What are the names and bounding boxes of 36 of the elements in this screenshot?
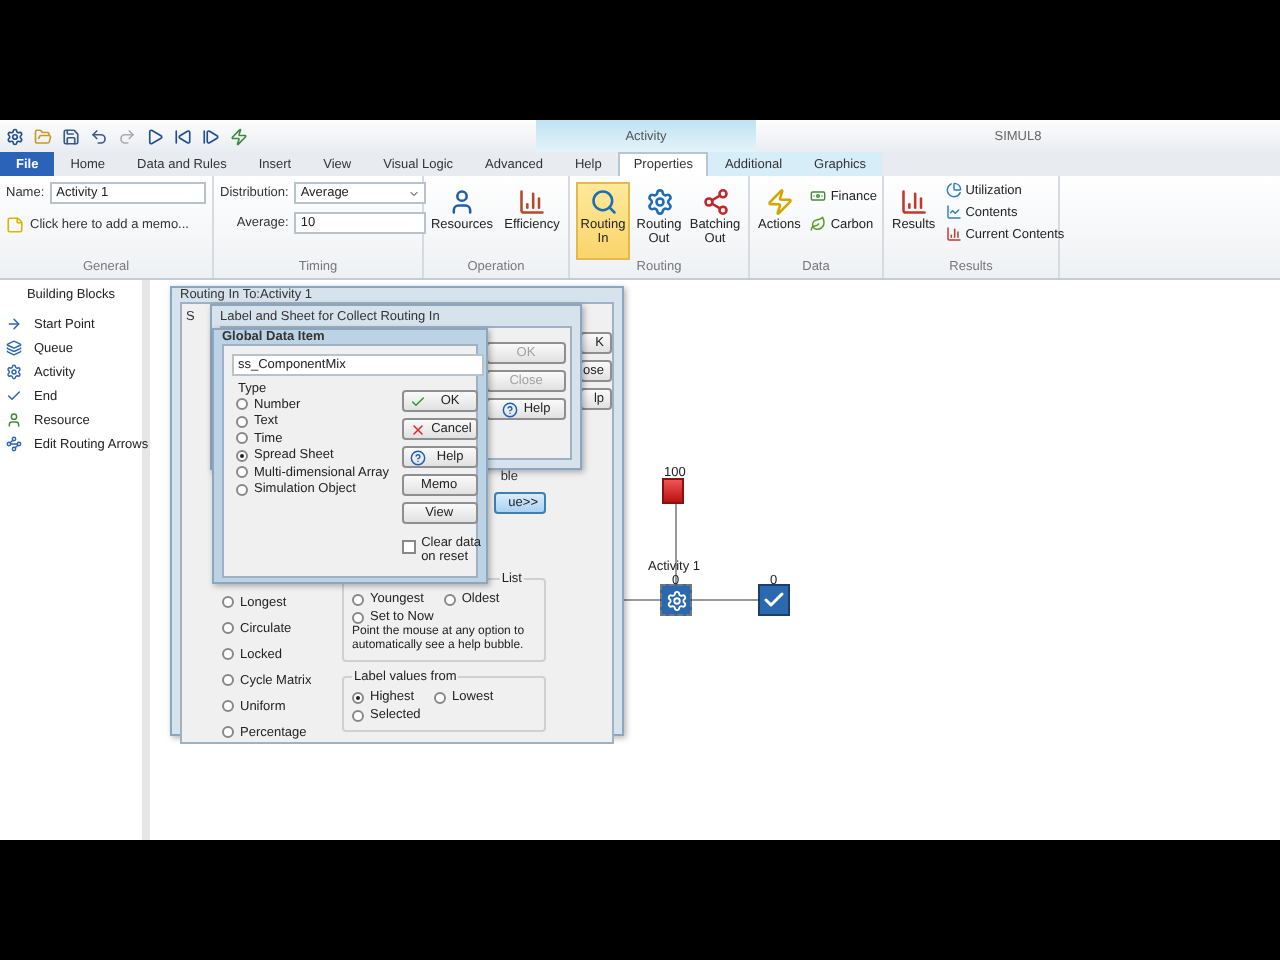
cancel-icon	[409, 421, 426, 437]
gear-icon	[665, 589, 687, 611]
lightning-icon	[765, 188, 794, 216]
check-icon	[762, 588, 786, 612]
play-icon[interactable]	[146, 127, 164, 145]
connector-line	[692, 598, 758, 602]
step-icon[interactable]	[202, 127, 220, 145]
chart-icon	[518, 188, 546, 216]
activity-block[interactable]	[660, 584, 692, 616]
money-icon	[810, 188, 827, 204]
undo-icon[interactable]	[90, 127, 108, 145]
connector-line	[674, 504, 678, 584]
memo-icon	[6, 216, 24, 234]
line-chart-icon	[945, 204, 962, 220]
lightning-icon[interactable]	[230, 127, 248, 145]
start-point-block[interactable]	[662, 478, 684, 504]
check-icon	[409, 393, 426, 409]
bar-chart-icon	[945, 226, 962, 242]
gear-icon	[645, 188, 673, 216]
check-icon	[6, 388, 22, 404]
layers-icon	[6, 340, 22, 356]
end-block[interactable]	[758, 584, 790, 616]
help-icon	[501, 401, 518, 417]
gear-icon	[6, 364, 22, 380]
leaf-icon	[810, 216, 827, 232]
rewind-icon[interactable]	[174, 127, 192, 145]
save-icon[interactable]	[62, 127, 80, 145]
routing-arrows-icon	[6, 436, 22, 452]
person-icon	[6, 412, 22, 428]
connector-line	[618, 598, 660, 602]
person-icon	[448, 188, 476, 216]
pie-chart-icon	[945, 182, 962, 198]
bar-chart-icon	[899, 188, 928, 216]
arrow-right-icon	[6, 316, 22, 332]
nodes-icon	[701, 188, 729, 216]
help-icon	[409, 449, 426, 465]
